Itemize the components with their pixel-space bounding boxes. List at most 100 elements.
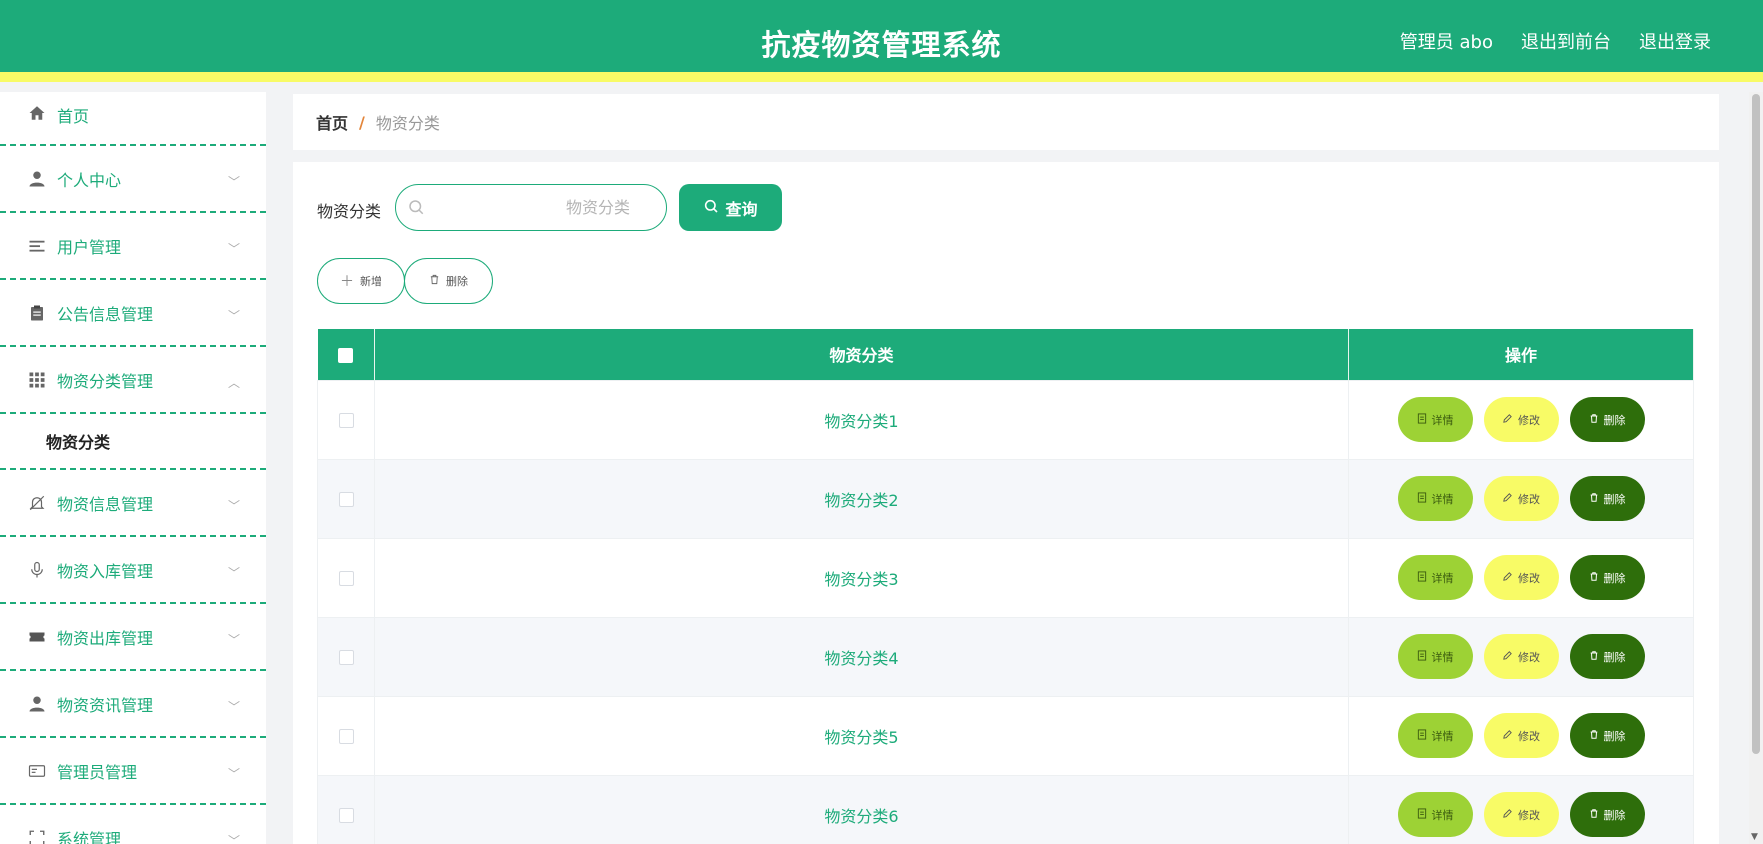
table-row: 物资分类4 详情 修改 删除 [317,616,1694,697]
select-all-checkbox[interactable] [338,347,354,363]
id-card-icon [27,761,47,781]
sidebar-item-system[interactable]: 系统管理 ﹀ [0,805,266,844]
sidebar-item-home[interactable]: 首页 [0,92,266,146]
delete-label: 删除 [1603,571,1626,585]
scroll-down-arrow-icon[interactable]: ▼ [1751,832,1758,842]
search-input[interactable] [396,185,666,230]
list-icon [27,236,47,256]
search-icon [703,198,719,218]
fullscreen-icon [27,828,47,844]
breadcrumb-home[interactable]: 首页 [316,110,348,134]
sidebar-item-category[interactable]: 物资分类管理 ︿ [0,347,266,414]
add-button[interactable]: ＋ 新增 [317,258,405,304]
query-button[interactable]: 查询 [679,184,782,231]
table-row: 物资分类5 详情 修改 删除 [317,695,1694,776]
edit-button[interactable]: 修改 [1483,555,1559,600]
trash-icon [1589,413,1599,427]
detail-button[interactable]: 详情 [1397,634,1473,679]
row-checkbox[interactable] [338,808,354,823]
row-actions: 详情 修改 删除 [1349,555,1693,600]
sidebar-item-users[interactable]: 用户管理 ﹀ [0,213,266,280]
sidebar-item-goods-info[interactable]: 物资信息管理 ﹀ [0,470,266,537]
row-actions: 详情 修改 删除 [1349,476,1693,521]
trash-icon [1589,650,1599,664]
row-checkbox[interactable] [338,492,354,507]
row-checkbox[interactable] [338,729,354,744]
edit-button[interactable]: 修改 [1483,476,1559,521]
row-checkbox[interactable] [338,571,354,586]
current-user[interactable]: 管理员 abo [1400,28,1493,54]
edit-label: 修改 [1518,650,1540,664]
detail-label: 详情 [1431,492,1454,506]
trash-icon [1589,571,1599,585]
sidebar-item-admin[interactable]: 管理员管理 ﹀ [0,738,266,805]
row-check-cell [317,695,375,776]
breadcrumb-separator: / [359,112,365,132]
sidebar-item-label: 物资入库管理 [57,561,154,581]
delete-button[interactable]: 删除 [1569,634,1645,679]
logout-link[interactable]: 退出登录 [1639,28,1711,54]
sidebar-item-stock-out[interactable]: 物资出库管理 ﹀ [0,604,266,671]
sidebar-item-profile[interactable]: 个人中心 ﹀ [0,146,266,213]
detail-label: 详情 [1431,413,1454,427]
detail-button[interactable]: 详情 [1397,792,1473,837]
search-icon [407,198,425,216]
sidebar-item-news[interactable]: 物资资讯管理 ﹀ [0,671,266,738]
row-actions: 详情 修改 删除 [1349,397,1693,442]
actions-cell: 详情 修改 删除 [1348,379,1694,460]
chevron-down-icon: ﹀ [227,699,240,714]
actions-cell: 详情 修改 删除 [1348,616,1694,697]
category-table: 物资分类 操作 物资分类1 详情 修改 删除 物资分类2 详情 修改 删除 物资分类3 详情 修改删… [317,329,1694,844]
document-icon [1417,807,1427,822]
delete-button[interactable]: 删除 [1569,792,1645,837]
scrollbar-thumb[interactable] [1752,94,1760,754]
chevron-down-icon: ﹀ [227,565,240,580]
pencil-icon [1502,492,1513,506]
row-checkbox[interactable] [338,413,354,428]
clipboard-icon [27,303,47,323]
edit-button[interactable]: 修改 [1483,713,1559,758]
row-check-cell [317,537,375,618]
sidebar-item-notice[interactable]: 公告信息管理 ﹀ [0,280,266,347]
page-scrollbar[interactable]: ▼ [1749,92,1763,844]
delete-label: 删除 [1603,492,1626,506]
detail-label: 详情 [1431,808,1454,822]
edit-label: 修改 [1518,808,1540,822]
row-checkbox[interactable] [338,650,354,665]
breadcrumb-current: 物资分类 [375,114,440,133]
delete-button[interactable]: 删除 [1569,555,1645,600]
detail-button[interactable]: 详情 [1397,555,1473,600]
exit-to-front-link[interactable]: 退出到前台 [1521,28,1611,54]
column-header-actions: 操作 [1348,329,1694,380]
delete-button[interactable]: 删除 [1569,397,1645,442]
plus-icon: ＋ [340,274,354,290]
sidebar-item-label: 用户管理 [57,237,122,257]
edit-button[interactable]: 修改 [1483,792,1559,837]
table-row: 物资分类2 详情 修改 删除 [317,458,1694,539]
submenu-item-category[interactable]: 物资分类 [0,414,266,470]
delete-label: 删除 [1603,808,1626,822]
edit-label: 修改 [1518,729,1540,743]
category-cell: 物资分类3 [374,537,1349,618]
actions-cell: 详情 修改 删除 [1348,537,1694,618]
edit-button[interactable]: 修改 [1483,397,1559,442]
delete-button[interactable]: 删除 [1569,476,1645,521]
edit-button[interactable]: 修改 [1483,634,1559,679]
document-icon [1417,570,1427,585]
sidebar-item-stock-in[interactable]: 物资入库管理 ﹀ [0,537,266,604]
chevron-down-icon: ﹀ [227,766,240,781]
detail-button[interactable]: 详情 [1397,713,1473,758]
delete-button[interactable]: 删除 [1569,713,1645,758]
sidebar-item-label: 物资分类管理 [57,371,154,391]
chevron-down-icon: ﹀ [227,833,240,844]
detail-button[interactable]: 详情 [1397,476,1473,521]
microphone-icon [27,560,47,580]
header-actions: 管理员 abo 退出到前台 退出登录 [1400,28,1711,54]
chevron-up-icon: ︿ [227,375,240,390]
batch-delete-button[interactable]: 删除 [404,258,493,304]
detail-button[interactable]: 详情 [1397,397,1473,442]
trash-icon [1589,729,1599,743]
edit-label: 修改 [1518,492,1540,506]
document-icon [1417,412,1427,427]
trash-icon [1589,808,1599,822]
